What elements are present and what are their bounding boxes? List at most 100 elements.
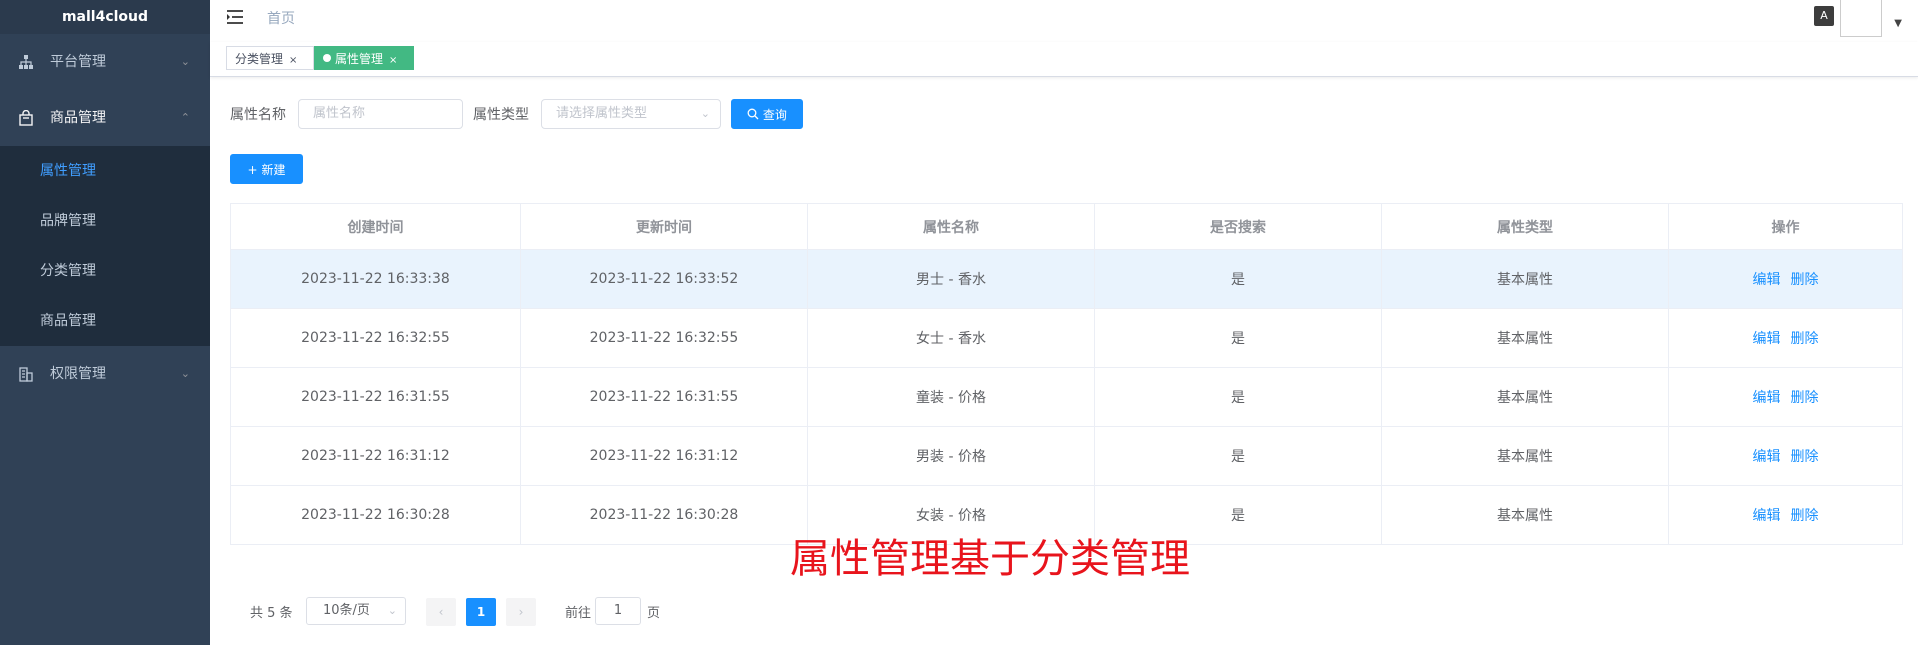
translate-icon[interactable]: A bbox=[1814, 6, 1834, 26]
delete-link[interactable]: 删除 bbox=[1791, 390, 1819, 406]
edit-link[interactable]: 编辑 bbox=[1753, 331, 1781, 347]
tab-attribute-label: 属性管理 bbox=[335, 52, 384, 66]
goto-page-input[interactable]: 1 bbox=[595, 597, 641, 625]
col-actions: 操作 bbox=[1668, 203, 1903, 250]
cell-actions: 编辑 删除 bbox=[1668, 485, 1903, 545]
search-button[interactable]: 查询 bbox=[731, 99, 803, 129]
cell-created: 2023-11-22 16:31:12 bbox=[230, 426, 521, 486]
cell-updated: 2023-11-22 16:31:55 bbox=[520, 367, 808, 427]
table-row[interactable]: 2023-11-22 16:32:55 2023-11-22 16:32:55 … bbox=[230, 308, 1903, 368]
prev-page-button[interactable]: ‹ bbox=[426, 598, 456, 626]
page-suffix-label: 页 bbox=[647, 606, 661, 621]
cell-type: 基本属性 bbox=[1381, 249, 1669, 309]
tab-category-label: 分类管理 bbox=[235, 52, 284, 66]
menu-platform[interactable]: 平台管理 ⌄ bbox=[0, 34, 210, 90]
shopping-bag-icon bbox=[19, 110, 33, 126]
cell-actions: 编辑 删除 bbox=[1668, 308, 1903, 368]
page-number-button[interactable]: 1 bbox=[466, 598, 496, 626]
edit-link[interactable]: 编辑 bbox=[1753, 508, 1781, 524]
cell-name: 女士 - 香水 bbox=[807, 308, 1095, 368]
active-dot-icon bbox=[323, 54, 331, 62]
delete-link[interactable]: 删除 bbox=[1791, 449, 1819, 465]
menu-fold-icon[interactable] bbox=[226, 8, 244, 26]
edit-link[interactable]: 编辑 bbox=[1753, 272, 1781, 288]
new-button[interactable]: + 新建 bbox=[230, 154, 303, 184]
sitemap-icon bbox=[19, 55, 33, 69]
col-searchable: 是否搜索 bbox=[1094, 203, 1382, 250]
app-logo[interactable]: mall4cloud bbox=[0, 0, 210, 34]
cell-actions: 编辑 删除 bbox=[1668, 249, 1903, 309]
chevron-down-icon: ⌄ bbox=[180, 55, 190, 68]
table-row[interactable]: 2023-11-22 16:31:12 2023-11-22 16:31:12 … bbox=[230, 426, 1903, 486]
tab-category[interactable]: 分类管理 × bbox=[226, 46, 314, 70]
menu-goods[interactable]: 商品管理 ⌃ bbox=[0, 90, 210, 146]
close-icon[interactable]: × bbox=[289, 55, 297, 66]
menu-platform-label: 平台管理 bbox=[50, 54, 106, 70]
cell-type: 基本属性 bbox=[1381, 367, 1669, 427]
attr-type-select[interactable]: 请选择属性类型 ⌄ bbox=[541, 99, 721, 129]
attr-type-label: 属性类型 bbox=[473, 107, 529, 123]
caret-down-icon[interactable]: ▼ bbox=[1894, 18, 1902, 29]
cell-type: 基本属性 bbox=[1381, 308, 1669, 368]
cell-created: 2023-11-22 16:33:38 bbox=[230, 249, 521, 309]
edit-link[interactable]: 编辑 bbox=[1753, 390, 1781, 406]
sidebar: mall4cloud 平台管理 ⌄ 商品管理 ⌃ 属性管理 品牌管理 分类管理 … bbox=[0, 0, 210, 645]
cell-updated: 2023-11-22 16:33:52 bbox=[520, 249, 808, 309]
attr-name-input[interactable]: 属性名称 bbox=[298, 99, 463, 129]
page-size-select[interactable]: 10条/页 ⌄ bbox=[306, 597, 406, 625]
plus-icon: + bbox=[247, 163, 258, 177]
tab-attribute[interactable]: 属性管理 × bbox=[314, 46, 414, 70]
col-attr-name: 属性名称 bbox=[807, 203, 1095, 250]
sidebar-item-goods[interactable]: 商品管理 bbox=[0, 296, 210, 346]
cell-actions: 编辑 删除 bbox=[1668, 367, 1903, 427]
cell-created: 2023-11-22 16:30:28 bbox=[230, 485, 521, 545]
chevron-down-icon: ⌄ bbox=[387, 604, 397, 617]
cell-created: 2023-11-22 16:31:55 bbox=[230, 367, 521, 427]
chevron-down-icon: ⌄ bbox=[700, 107, 710, 120]
menu-permission-label: 权限管理 bbox=[50, 366, 106, 382]
col-created-time: 创建时间 bbox=[230, 203, 521, 250]
table-row[interactable]: 2023-11-22 16:31:55 2023-11-22 16:31:55 … bbox=[230, 367, 1903, 427]
cell-name: 童装 - 价格 bbox=[807, 367, 1095, 427]
col-attr-type: 属性类型 bbox=[1381, 203, 1669, 250]
tags-view: 分类管理 × 属性管理 × bbox=[210, 42, 1918, 77]
breadcrumb-home[interactable]: 首页 bbox=[267, 8, 295, 28]
new-button-label: 新建 bbox=[261, 163, 286, 177]
delete-link[interactable]: 删除 bbox=[1791, 331, 1819, 347]
sidebar-item-brand[interactable]: 品牌管理 bbox=[0, 196, 210, 246]
cell-created: 2023-11-22 16:32:55 bbox=[230, 308, 521, 368]
attr-type-placeholder: 请选择属性类型 bbox=[556, 106, 648, 121]
cell-searchable: 是 bbox=[1094, 249, 1382, 309]
cell-type: 基本属性 bbox=[1381, 426, 1669, 486]
menu-permission[interactable]: 权限管理 ⌄ bbox=[0, 346, 210, 402]
col-updated-time: 更新时间 bbox=[520, 203, 808, 250]
cell-updated: 2023-11-22 16:31:12 bbox=[520, 426, 808, 486]
navbar: 首页 A ▼ bbox=[210, 0, 1918, 43]
cell-updated: 2023-11-22 16:30:28 bbox=[520, 485, 808, 545]
chevron-up-icon: ⌃ bbox=[180, 111, 190, 124]
delete-link[interactable]: 删除 bbox=[1791, 508, 1819, 524]
sidebar-item-attribute[interactable]: 属性管理 bbox=[0, 146, 210, 196]
sidebar-item-category[interactable]: 分类管理 bbox=[0, 246, 210, 296]
cell-searchable: 是 bbox=[1094, 367, 1382, 427]
cell-type: 基本属性 bbox=[1381, 485, 1669, 545]
goto-label: 前往 bbox=[565, 606, 592, 621]
delete-link[interactable]: 删除 bbox=[1791, 272, 1819, 288]
cell-actions: 编辑 删除 bbox=[1668, 426, 1903, 486]
attr-name-label: 属性名称 bbox=[230, 107, 286, 123]
building-icon bbox=[19, 367, 33, 382]
cell-name: 男士 - 香水 bbox=[807, 249, 1095, 309]
attribute-table: 创建时间 更新时间 属性名称 是否搜索 属性类型 操作 2023-11-22 1… bbox=[230, 203, 1903, 545]
search-button-label: 查询 bbox=[762, 108, 787, 122]
cell-name: 男装 - 价格 bbox=[807, 426, 1095, 486]
table-row[interactable]: 2023-11-22 16:33:38 2023-11-22 16:33:52 … bbox=[230, 249, 1903, 309]
close-icon[interactable]: × bbox=[389, 55, 397, 66]
cell-searchable: 是 bbox=[1094, 308, 1382, 368]
cell-updated: 2023-11-22 16:32:55 bbox=[520, 308, 808, 368]
search-icon bbox=[747, 108, 759, 120]
next-page-button[interactable]: › bbox=[506, 598, 536, 626]
avatar[interactable] bbox=[1840, 0, 1882, 37]
edit-link[interactable]: 编辑 bbox=[1753, 449, 1781, 465]
chevron-down-icon: ⌄ bbox=[180, 367, 190, 380]
cell-searchable: 是 bbox=[1094, 426, 1382, 486]
